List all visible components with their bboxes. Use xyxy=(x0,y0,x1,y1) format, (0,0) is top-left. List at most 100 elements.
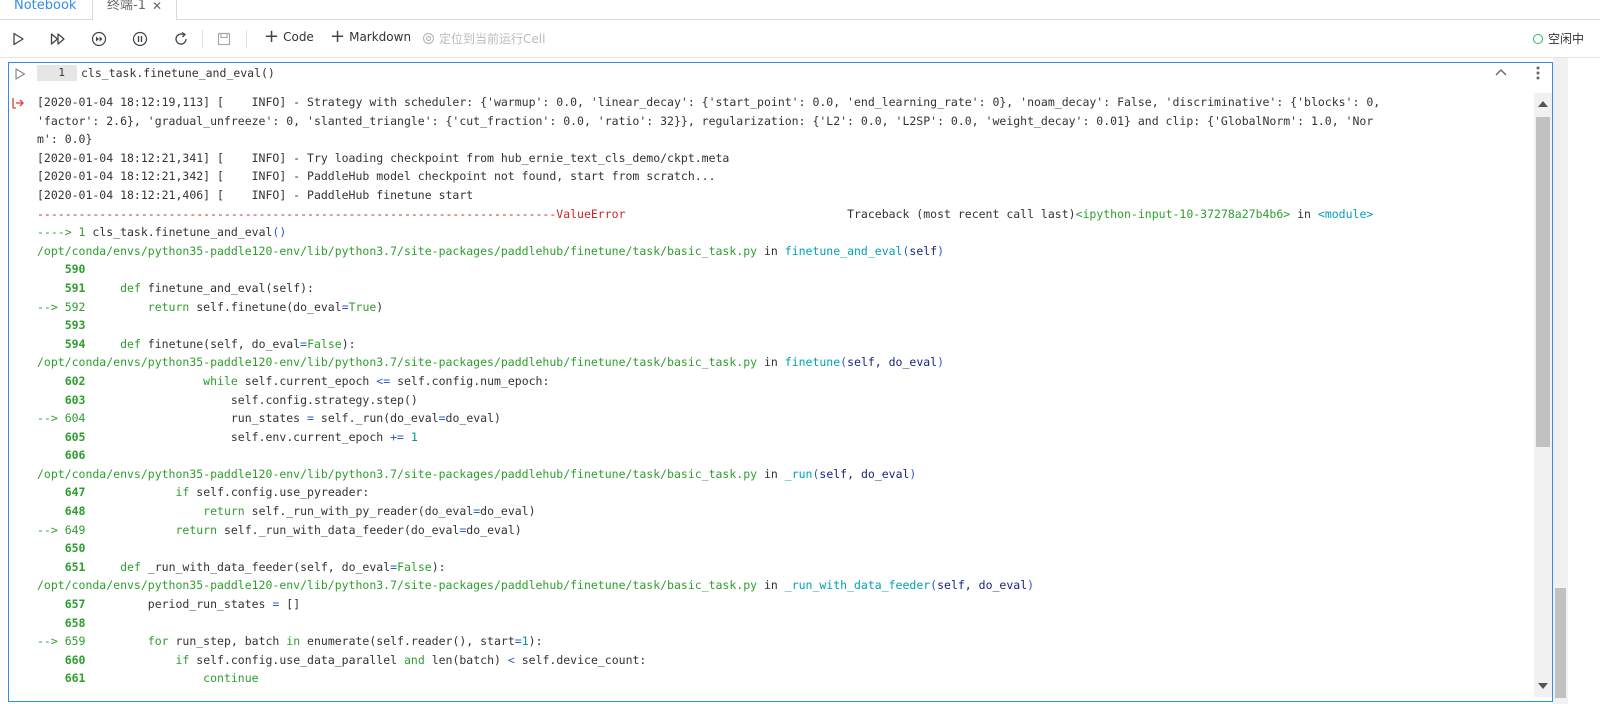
output-text: if xyxy=(175,652,190,667)
output-text: /opt/conda/envs/python35-paddle120-env/l… xyxy=(37,243,758,258)
output-text: do_eval) xyxy=(480,504,536,519)
tab-terminal[interactable]: 终端-1 ✕ xyxy=(92,0,178,20)
output-text: self.current_epoch xyxy=(237,373,377,388)
output-text: <ipython-input-10-37278a27b4b6> xyxy=(1075,206,1291,221)
output-text: self._run_with_py_reader(do_eval xyxy=(244,504,474,519)
output-text: ) xyxy=(937,243,945,258)
output-line: --> 659 for run_step, batch in enumerate… xyxy=(37,632,1519,651)
output-text: --> 604 xyxy=(37,411,231,426)
output-text: 591 xyxy=(37,280,121,295)
output-text: [2020-01-04 18:12:21,341] [ INFO] - Try … xyxy=(37,150,730,165)
output-line: /opt/conda/envs/python35-paddle120-env/l… xyxy=(37,576,1519,595)
output-text: period_run_states xyxy=(147,597,273,612)
output-text: 605 xyxy=(37,429,231,444)
output-text: finetune(self, do_eval xyxy=(140,336,301,351)
cell-output: [2020-01-04 18:12:19,113] [ INFO] - Stra… xyxy=(37,93,1519,699)
output-text: _run_with_data_feeder(self, do_eval xyxy=(140,559,391,574)
play-icon xyxy=(13,32,24,46)
output-text: ): xyxy=(341,336,356,351)
run-cell-button[interactable] xyxy=(8,29,28,49)
output-line: m': 0.0} xyxy=(37,130,1519,149)
restart-icon xyxy=(175,31,187,45)
status-label: 空闲中 xyxy=(1547,32,1584,46)
tab-bar: Notebook 终端-1 ✕ xyxy=(0,0,1600,20)
output-text: self.env.current_epoch xyxy=(230,429,391,444)
output-text: ----> 1 xyxy=(37,225,93,240)
page-scrollbar-thumb[interactable] xyxy=(1555,588,1566,698)
output-text: 660 xyxy=(37,652,176,667)
locate-running-cell-button[interactable]: 定位到当前运行Cell xyxy=(422,30,545,47)
output-text: [2020-01-04 18:12:19,113] [ INFO] - Stra… xyxy=(37,95,1381,109)
plus-icon: + xyxy=(264,26,280,47)
output-line: [2020-01-04 18:12:21,342] [ INFO] - Padd… xyxy=(37,167,1519,186)
output-line: /opt/conda/envs/python35-paddle120-env/l… xyxy=(37,242,1519,261)
save-button[interactable] xyxy=(214,29,234,49)
collapse-cell-button[interactable] xyxy=(1494,66,1508,80)
kernel-status: 空闲中 xyxy=(1532,30,1584,47)
scroll-up-arrow-icon[interactable] xyxy=(1538,101,1548,107)
output-text: self xyxy=(909,243,938,258)
output-text: and xyxy=(403,652,425,667)
output-line: --> 604 run_states = self._run(do_eval=d… xyxy=(37,409,1519,428)
output-line: --> 592 return self.finetune(do_eval=Tru… xyxy=(37,298,1519,317)
output-text: 661 xyxy=(37,671,204,686)
output-text: 593 xyxy=(37,318,86,333)
output-line: 603 self.config.strategy.step() xyxy=(37,391,1519,410)
output-text: [2020-01-04 18:12:21,342] [ INFO] - Padd… xyxy=(37,169,716,184)
output-text: in xyxy=(757,466,785,481)
cell-menu-button[interactable] xyxy=(1536,66,1540,83)
output-text: 1 xyxy=(410,429,418,444)
output-text: def xyxy=(120,559,141,574)
scrollbar-thumb[interactable] xyxy=(1536,117,1550,447)
output-text: return xyxy=(147,299,190,314)
output-text: self, do_eval xyxy=(819,466,910,481)
output-line: 590 xyxy=(37,260,1519,279)
code-editor[interactable]: cls_task.finetune_and_eval() xyxy=(81,66,275,80)
restart-kernel-button[interactable] xyxy=(171,29,191,49)
output-line: ----> 1 cls_task.finetune_and_eval() xyxy=(37,223,1519,242)
output-line: [2020-01-04 18:12:19,113] [ INFO] - Stra… xyxy=(37,93,1519,112)
output-text: in xyxy=(757,355,785,370)
output-text: len(batch) xyxy=(424,652,508,667)
interrupt-button[interactable] xyxy=(130,29,150,49)
code-cell[interactable]: 1 cls_task.finetune_and_eval() [2020-01-… xyxy=(8,62,1553,702)
output-text: self._run(do_eval xyxy=(313,411,439,426)
output-text: <module> xyxy=(1317,206,1374,221)
close-icon[interactable]: ✕ xyxy=(152,0,162,18)
output-text: /opt/conda/envs/python35-paddle120-env/l… xyxy=(37,466,758,481)
tab-notebook[interactable]: Notebook xyxy=(0,0,90,20)
tab-label: 终端-1 xyxy=(107,0,146,13)
add-markdown-cell-button[interactable]: + Markdown xyxy=(330,28,411,46)
toolbar-divider xyxy=(246,30,247,48)
output-text: def xyxy=(120,336,141,351)
output-text: self.config.num_epoch: xyxy=(390,373,550,388)
run-all-button[interactable] xyxy=(48,29,68,49)
output-text: 'factor': 2.6}, 'gradual_unfreeze': 0, '… xyxy=(37,113,1374,128)
cell-input-row: 1 cls_task.finetune_and_eval() xyxy=(9,63,1552,85)
output-text: m': 0.0} xyxy=(37,132,93,147)
output-text: self, do_eval xyxy=(937,578,1028,593)
output-line: 660 if self.config.use_data_parallel and… xyxy=(37,651,1519,670)
output-text: finetune xyxy=(784,355,841,370)
output-line: /opt/conda/envs/python35-paddle120-env/l… xyxy=(37,353,1519,372)
output-text: _run xyxy=(784,466,813,481)
output-text: self._run_with_data_feeder(do_eval xyxy=(217,522,460,537)
page-scrollbar[interactable] xyxy=(1553,58,1568,704)
output-line: 650 xyxy=(37,539,1519,558)
output-line: 647 if self.config.use_pyreader: xyxy=(37,483,1519,502)
output-text: return xyxy=(175,522,218,537)
output-text: if xyxy=(175,485,190,500)
output-line: 'factor': 2.6}, 'gradual_unfreeze': 0, '… xyxy=(37,112,1519,131)
scroll-down-arrow-icon[interactable] xyxy=(1538,683,1548,689)
output-text: 657 xyxy=(37,597,148,612)
output-line: 605 self.env.current_epoch += 1 xyxy=(37,428,1519,447)
output-scrollbar[interactable] xyxy=(1534,93,1552,697)
run-below-button[interactable] xyxy=(89,29,109,49)
output-text: def xyxy=(120,280,141,295)
locate-icon xyxy=(422,32,435,45)
output-text: in xyxy=(757,578,785,593)
output-text: ): xyxy=(431,559,446,574)
add-code-cell-button[interactable]: + Code xyxy=(264,26,314,47)
run-cell-icon[interactable] xyxy=(13,66,27,80)
